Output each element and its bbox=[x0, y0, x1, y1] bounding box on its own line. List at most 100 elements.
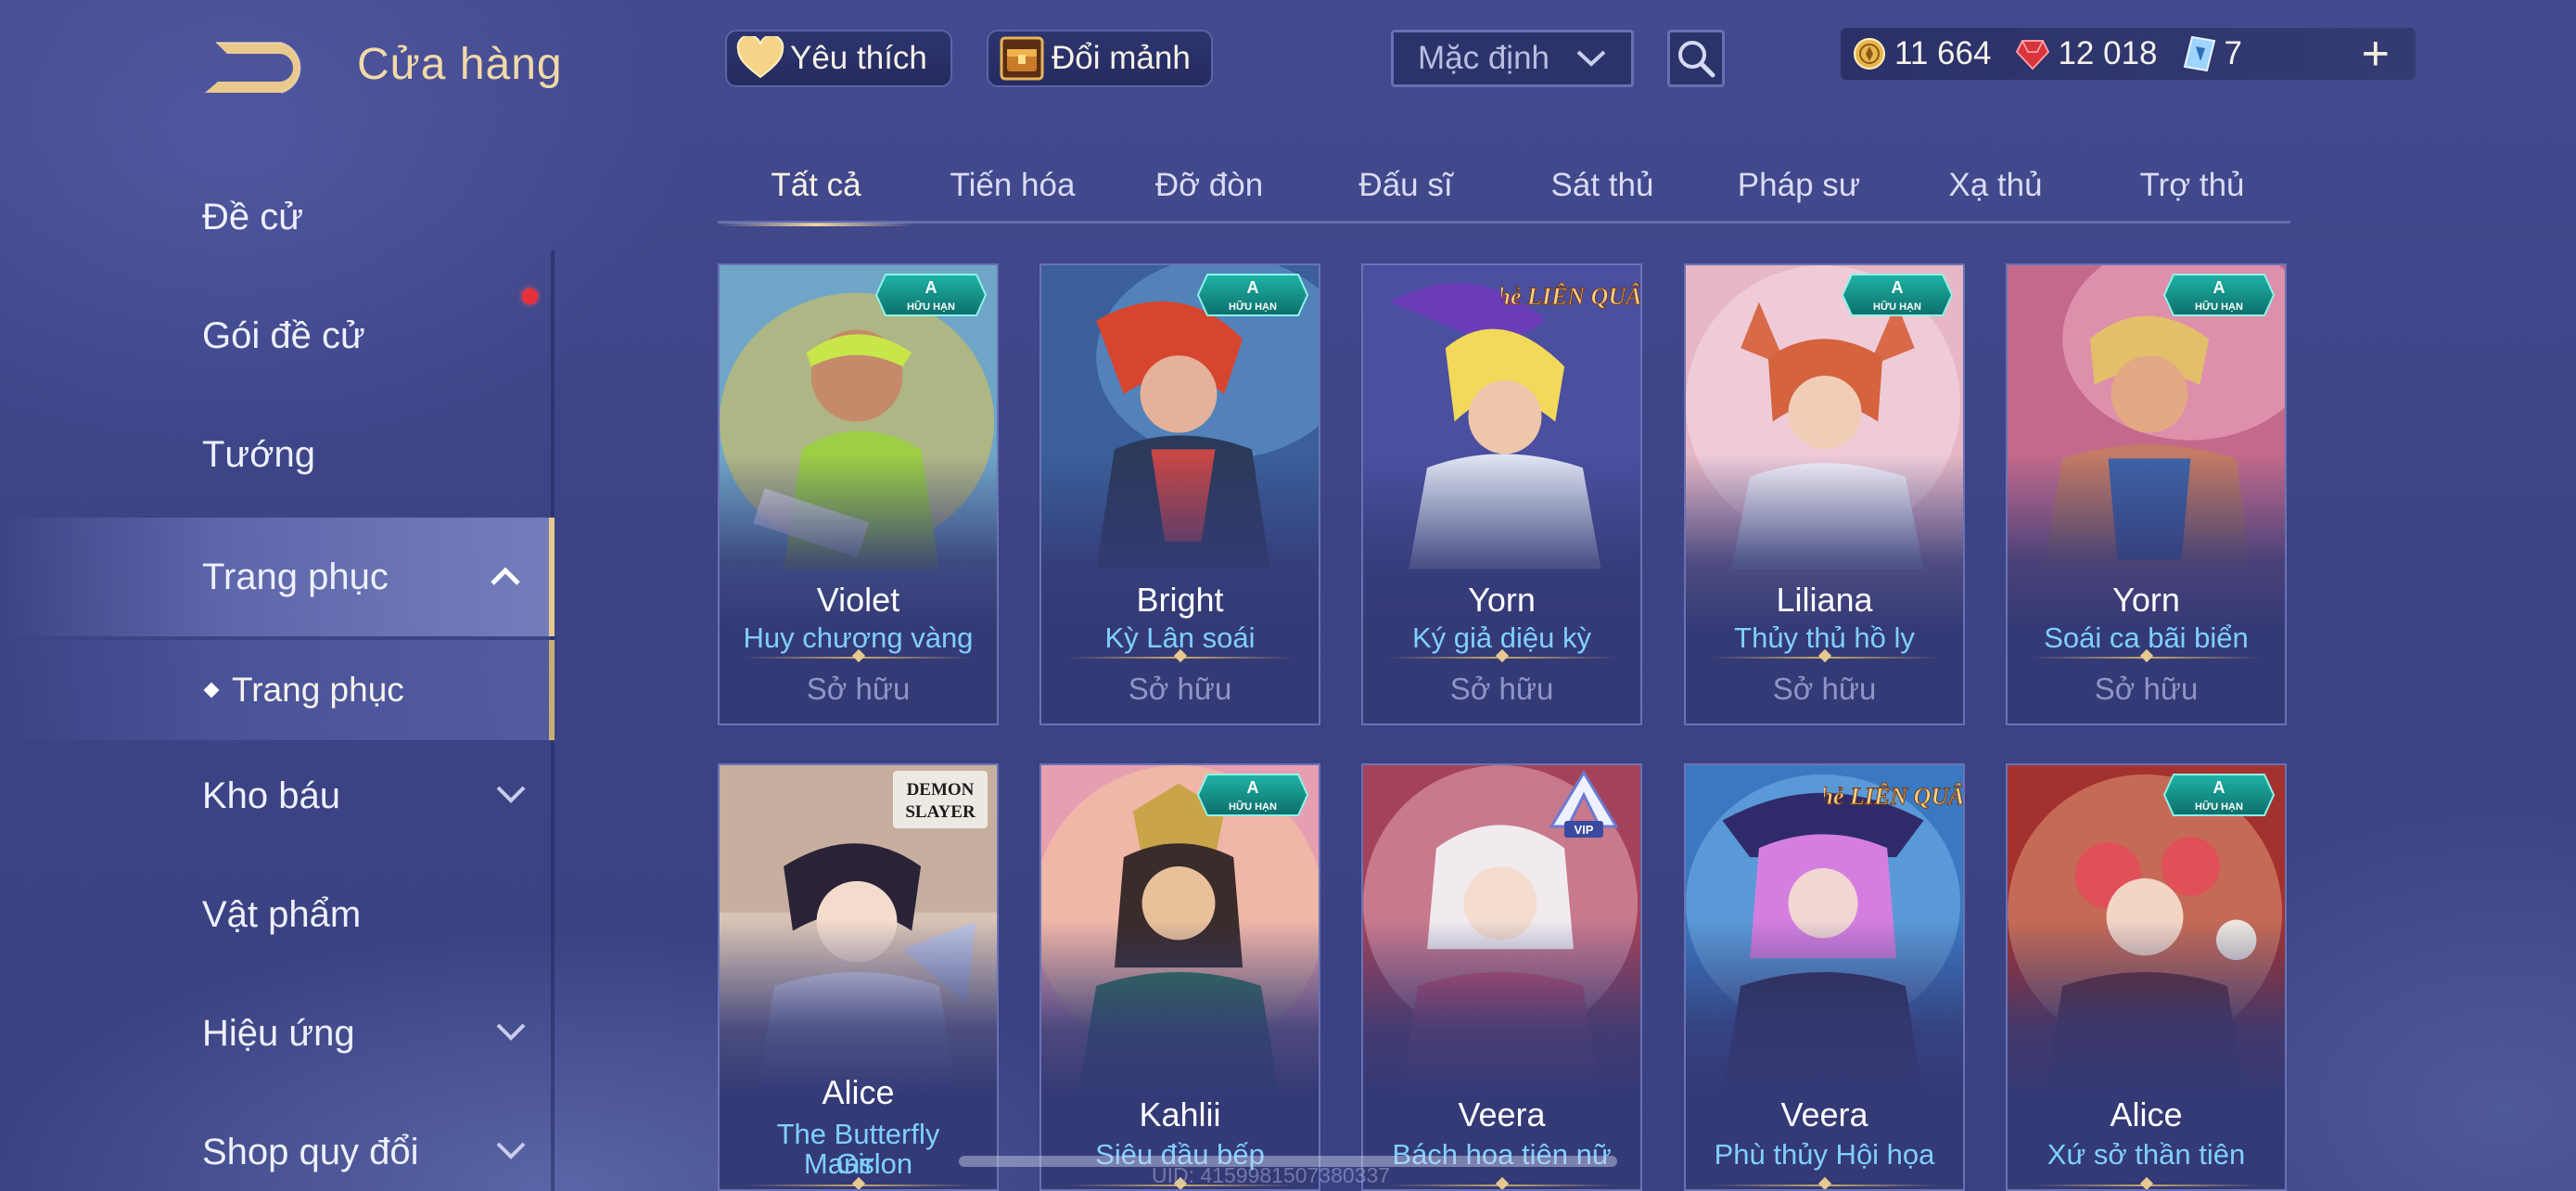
vip-a-badge: VIP bbox=[1549, 770, 1619, 838]
category-tabs: Tất cả Tiến hóa Đỡ đòn Đấu sĩ Sát thủ Ph… bbox=[718, 150, 2290, 226]
tab-assassin[interactable]: Sát thủ bbox=[1504, 150, 1701, 224]
voucher-amount: 7 bbox=[2224, 35, 2242, 71]
hero-name: Alice bbox=[822, 1073, 895, 1111]
gem-amount: 12 018 bbox=[2058, 35, 2158, 71]
favorites-label: Yêu thích bbox=[790, 40, 927, 76]
sidebar-item-label: Hiệu ứng bbox=[202, 1012, 355, 1054]
hero-name: Alice bbox=[2110, 1095, 2183, 1133]
sidebar-item-label: Kho báu bbox=[202, 775, 341, 816]
sidebar-item-label: Shop quy đổi bbox=[202, 1131, 419, 1172]
skin-card[interactable]: VIP Veera Bách hoa tiên nữ bbox=[1361, 763, 1642, 1191]
gold-coin-icon bbox=[1852, 36, 1887, 71]
red-gem-icon bbox=[2015, 36, 2050, 71]
skin-card[interactable]: Thẻ LIÊN QUÂN Yorn Ký giả diệu kỳ Sở hữu bbox=[1361, 263, 1642, 725]
chevron-down-icon bbox=[496, 786, 526, 803]
sidebar-subitem-skins[interactable]: Trang phục bbox=[0, 640, 555, 740]
svg-text:SLAYER: SLAYER bbox=[905, 802, 976, 822]
svg-text:A: A bbox=[2213, 778, 2225, 797]
sidebar-item-treasure[interactable]: Kho báu bbox=[0, 749, 555, 842]
svg-text:HỮU HẠN: HỮU HẠN bbox=[2195, 301, 2243, 313]
svg-text:HỮU HẠN: HỮU HẠN bbox=[2195, 800, 2243, 813]
card-divider bbox=[1387, 657, 1616, 659]
skin-card[interactable]: A HỮU HẠN Violet Huy chương vàng Sở hữu bbox=[718, 263, 999, 725]
tab-evolution[interactable]: Tiến hóa bbox=[914, 150, 1111, 224]
hero-name: Kahlii bbox=[1139, 1095, 1221, 1133]
svg-text:DEMON: DEMON bbox=[907, 780, 975, 800]
favorites-button[interactable]: Yêu thích bbox=[725, 30, 952, 87]
tab-support[interactable]: Trợ thủ bbox=[2094, 150, 2290, 224]
sidebar-item-exchange-shop[interactable]: Shop quy đổi bbox=[0, 1106, 555, 1191]
skin-name: Xứ sở thần tiên bbox=[2047, 1138, 2246, 1171]
sidebar-item-effects[interactable]: Hiệu ứng bbox=[0, 987, 555, 1080]
skin-card[interactable]: A HỮU HẠN Bright Kỳ Lân soái Sở hữu bbox=[1039, 263, 1320, 725]
skin-card[interactable]: A HỮU HẠN Yorn Soái ca bãi biển Sở hữu bbox=[2006, 263, 2287, 725]
hero-name: Yorn bbox=[2112, 581, 2180, 619]
skin-name-line-2: Girl bbox=[835, 1147, 881, 1180]
svg-text:A: A bbox=[2213, 278, 2225, 297]
sidebar-item-label: Vật phẩm bbox=[202, 893, 362, 935]
chevron-down-icon bbox=[496, 1142, 526, 1159]
demon-slayer-badge: DEMON SLAYER bbox=[893, 771, 988, 828]
tab-tank[interactable]: Đỡ đòn bbox=[1111, 150, 1307, 224]
back-button[interactable] bbox=[199, 35, 311, 100]
tab-all[interactable]: Tất cả bbox=[718, 150, 914, 226]
svg-text:HỮU HẠN: HỮU HẠN bbox=[1229, 800, 1277, 813]
skin-card[interactable]: A HỮU HẠN Kahlii Siêu đầu bếp bbox=[1039, 763, 1320, 1191]
search-button[interactable] bbox=[1667, 30, 1725, 87]
skin-name: Phù thủy Hội họa bbox=[1714, 1138, 1935, 1171]
sort-dropdown[interactable]: Mặc định bbox=[1391, 30, 1634, 87]
lien-quan-card-badge: Thẻ LIÊN QUÂN bbox=[1824, 783, 1963, 811]
voucher-currency: 7 bbox=[2182, 35, 2242, 72]
card-divider bbox=[2032, 657, 2261, 659]
user-id: UID: 4159981507380337 bbox=[1152, 1163, 1391, 1187]
hero-name: Liliana bbox=[1776, 581, 1873, 619]
limited-a-badge: A HỮU HẠN bbox=[2162, 774, 2276, 816]
sidebar-item-skins[interactable]: Trang phục bbox=[0, 518, 555, 636]
owned-status: Sở hữu bbox=[1128, 672, 1232, 706]
chevron-down-icon bbox=[1576, 50, 1606, 67]
owned-status: Sở hữu bbox=[1772, 672, 1877, 706]
sidebar-item-heroes[interactable]: Tướng bbox=[0, 408, 555, 501]
exchange-fragments-button[interactable]: Đổi mảnh bbox=[987, 30, 1213, 87]
owned-status: Sở hữu bbox=[806, 672, 911, 706]
svg-text:Thẻ LIÊN QUÂN: Thẻ LIÊN QUÂN bbox=[1824, 783, 1963, 810]
skin-card[interactable]: A HỮU HẠN Alice Xứ sở thần tiên bbox=[2006, 763, 2287, 1191]
sidebar-item-items[interactable]: Vật phẩm bbox=[0, 868, 555, 961]
tab-marksman[interactable]: Xạ thủ bbox=[1897, 150, 2094, 224]
tabs-underline bbox=[718, 221, 2290, 224]
add-currency-button[interactable]: + bbox=[2362, 30, 2390, 78]
sidebar-item-label: Gói đề cử bbox=[202, 314, 365, 356]
limited-a-badge: A HỮU HẠN bbox=[1841, 274, 1954, 316]
card-divider bbox=[744, 1185, 973, 1186]
hero-name: Veera bbox=[1458, 1095, 1546, 1133]
limited-a-badge: A HỮU HẠN bbox=[874, 274, 988, 316]
sidebar-item-label: Trang phục bbox=[202, 556, 389, 597]
sidebar-item-recommended[interactable]: Đề cử bbox=[0, 171, 555, 263]
svg-text:A: A bbox=[1247, 778, 1259, 797]
currency-bar: 11 664 12 018 7 + bbox=[1841, 28, 2416, 80]
exchange-label: Đổi mảnh bbox=[1052, 40, 1191, 76]
svg-text:VIP: VIP bbox=[1575, 823, 1594, 837]
card-divider bbox=[1710, 657, 1939, 659]
skin-card[interactable]: DEMON SLAYER Alice The Butterfly Mansion… bbox=[718, 763, 999, 1191]
sidebar-item-recommended-packs[interactable]: Gói đề cử bbox=[0, 289, 555, 382]
hero-name: Violet bbox=[816, 581, 900, 619]
voucher-card-icon bbox=[2182, 35, 2217, 72]
heart-icon bbox=[736, 34, 784, 83]
card-divider bbox=[744, 657, 973, 659]
limited-a-badge: A HỮU HẠN bbox=[2162, 274, 2276, 316]
svg-text:A: A bbox=[925, 278, 937, 297]
card-divider bbox=[2032, 1185, 2261, 1186]
gold-currency: 11 664 bbox=[1852, 35, 1991, 72]
tab-fighter[interactable]: Đấu sĩ bbox=[1307, 150, 1504, 224]
svg-text:HỮU HẠN: HỮU HẠN bbox=[1873, 301, 1921, 313]
sidebar: Đề cử Gói đề cử Tướng Trang phục Trang p… bbox=[0, 167, 556, 1191]
skin-card[interactable]: A HỮU HẠN Liliana Thủy thủ hồ ly Sở hữu bbox=[1684, 263, 1965, 725]
hero-name: Bright bbox=[1136, 581, 1224, 619]
owned-status: Sở hữu bbox=[2094, 672, 2199, 706]
skin-card[interactable]: Thẻ LIÊN QUÂN Veera Phù thủy Hội họa bbox=[1684, 763, 1965, 1191]
page-title: Cửa hàng bbox=[357, 40, 563, 89]
hero-name: Veera bbox=[1780, 1095, 1868, 1133]
gold-amount: 11 664 bbox=[1894, 35, 1992, 71]
tab-mage[interactable]: Pháp sư bbox=[1701, 150, 1897, 224]
